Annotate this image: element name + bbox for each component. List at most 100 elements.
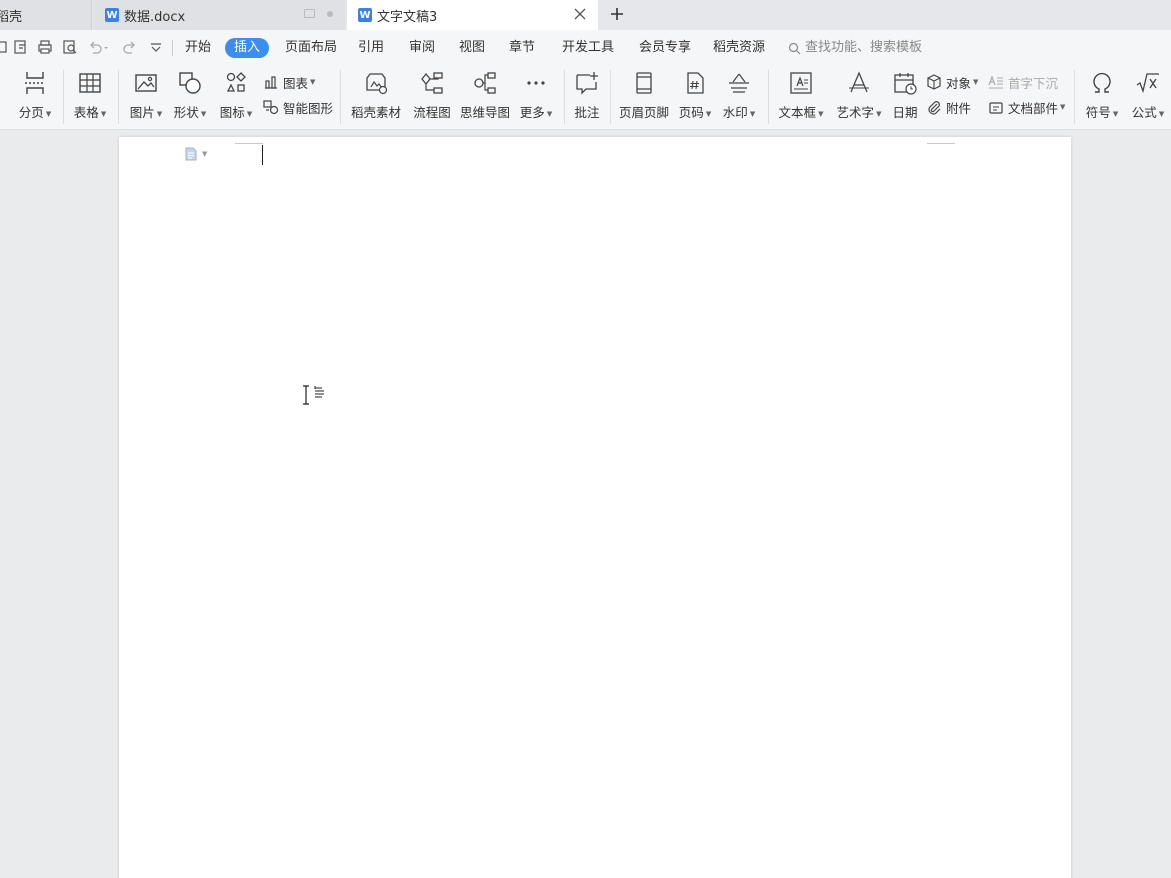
chart-label: 图表 xyxy=(283,75,309,91)
close-icon[interactable] xyxy=(572,7,588,23)
smart-art-label: 智能图形 xyxy=(283,100,334,116)
tab-document-3[interactable]: W 文字文稿3 xyxy=(347,0,598,30)
document-page[interactable]: ▼ xyxy=(119,137,1071,878)
wordart-button[interactable]: 艺术字 ▼ xyxy=(836,68,882,124)
text-cursor xyxy=(262,145,263,165)
menu-review[interactable]: 审阅 xyxy=(409,38,435,58)
tab-label: 文字文稿3 xyxy=(377,9,438,25)
unsaved-dot-icon xyxy=(327,10,333,17)
formula-icon xyxy=(1136,73,1159,94)
icons-label: 图标 xyxy=(219,105,245,120)
more-label: 更多 xyxy=(519,105,545,120)
menu-docer-resources[interactable]: 稻壳资源 xyxy=(713,38,765,58)
header-footer-label: 页眉页脚 xyxy=(618,105,669,120)
menu-references[interactable]: 引用 xyxy=(358,38,384,58)
symbol-button[interactable]: 符号 ▼ xyxy=(1084,68,1120,124)
comment-icon xyxy=(576,72,598,95)
divider xyxy=(340,70,341,124)
picture-button[interactable]: 图片 ▼ xyxy=(128,68,164,124)
paragraph-layout-icon[interactable]: ▼ xyxy=(184,147,207,161)
menu-home[interactable]: 开始 xyxy=(185,38,211,58)
insert-ribbon: 分页 ▼ 表格 ▼ 图片 ▼ 形状 ▼ 图标 ▼ 图表 ▼ 智能图形 稻壳素材 流程图 xyxy=(0,64,1171,130)
picture-label: 图片 xyxy=(129,105,155,120)
mouse-ibeam-cursor-icon xyxy=(303,385,324,405)
more-button[interactable]: 更多 ▼ xyxy=(518,68,554,124)
tab-status xyxy=(304,9,333,18)
formula-button[interactable]: 公式 ▼ xyxy=(1128,68,1168,124)
comment-button[interactable]: 批注 xyxy=(572,68,602,124)
icons-icon xyxy=(226,72,246,92)
date-label: 日期 xyxy=(892,105,918,120)
tab-bar: 稻壳 W 数据.docx W 文字文稿3 xyxy=(0,0,1171,30)
drop-cap-label: 首字下沉 xyxy=(1008,75,1059,91)
flowchart-label: 流程图 xyxy=(413,105,451,120)
customize-quick-access-icon[interactable] xyxy=(148,39,164,55)
divider xyxy=(63,70,64,124)
flowchart-button[interactable]: 流程图 xyxy=(412,68,452,124)
print-preview-icon[interactable] xyxy=(62,39,78,55)
formula-label: 公式 xyxy=(1131,105,1157,120)
omega-icon xyxy=(1093,72,1111,93)
wps-writer-icon: W xyxy=(358,8,372,22)
menu-view[interactable]: 视图 xyxy=(459,38,485,58)
divider xyxy=(118,70,119,124)
shape-button[interactable]: 形状 ▼ xyxy=(172,68,208,124)
divider xyxy=(768,70,769,124)
doc-parts-button[interactable]: 文档部件 ▼ xyxy=(988,97,1065,117)
shape-icon xyxy=(179,72,201,94)
print-icon[interactable] xyxy=(37,39,53,55)
wps-writer-icon: W xyxy=(105,8,119,22)
page-number-label: 页码 xyxy=(678,105,704,120)
menu-page-layout[interactable]: 页面布局 xyxy=(285,38,337,58)
watermark-button[interactable]: 水印 ▼ xyxy=(721,68,757,124)
doc-parts-icon xyxy=(989,102,1003,114)
attachment-button[interactable]: 附件 xyxy=(926,97,971,117)
chart-button[interactable]: 图表 ▼ xyxy=(263,72,315,92)
icons-button[interactable]: 图标 ▼ xyxy=(218,68,254,124)
header-footer-button[interactable]: 页眉页脚 xyxy=(618,68,670,124)
symbol-label: 符号 xyxy=(1085,105,1111,120)
menu-member[interactable]: 会员专享 xyxy=(639,38,691,58)
docer-material-button[interactable]: 稻壳素材 xyxy=(350,68,402,124)
smart-art-button[interactable]: 智能图形 xyxy=(263,97,333,117)
mindmap-icon xyxy=(474,72,496,94)
mindmap-button[interactable]: 思维导图 xyxy=(460,68,510,124)
divider xyxy=(610,70,611,124)
document-area[interactable]: ▼ xyxy=(0,131,1171,878)
page-number-button[interactable]: 页码 ▼ xyxy=(677,68,713,124)
date-button[interactable]: 日期 xyxy=(890,68,920,124)
watermark-icon xyxy=(729,73,749,93)
table-icon xyxy=(79,73,101,93)
redo-icon[interactable] xyxy=(122,39,138,55)
textbox-button[interactable]: 文本框 ▼ xyxy=(778,68,824,124)
object-button[interactable]: 对象 ▼ xyxy=(926,72,978,92)
export-pdf-icon[interactable] xyxy=(13,39,29,55)
menu-section[interactable]: 章节 xyxy=(509,38,535,58)
menu-developer[interactable]: 开发工具 xyxy=(562,38,614,58)
comment-label: 批注 xyxy=(574,105,600,120)
more-icon xyxy=(527,81,545,85)
divider xyxy=(172,40,173,56)
table-button[interactable]: 表格 ▼ xyxy=(72,68,108,124)
object-icon xyxy=(927,74,941,90)
shape-label: 形状 xyxy=(173,105,199,120)
folder-icon[interactable] xyxy=(0,39,8,55)
wordart-label: 艺术字 xyxy=(836,105,875,120)
tab-data-docx[interactable]: W 数据.docx xyxy=(93,0,345,30)
page-break-label: 分页 xyxy=(18,105,44,120)
header-footer-icon xyxy=(636,72,652,94)
textbox-icon xyxy=(790,72,812,94)
undo-icon[interactable] xyxy=(87,39,109,55)
new-tab-button[interactable] xyxy=(606,3,628,25)
page-number-icon xyxy=(687,72,704,94)
page-break-icon xyxy=(25,72,45,94)
menu-insert[interactable]: 插入 xyxy=(225,38,270,58)
flowchart-icon xyxy=(421,72,443,94)
feature-search[interactable]: 查找功能、搜索模板 xyxy=(788,38,922,58)
page-break-button[interactable]: 分页 ▼ xyxy=(17,68,53,124)
wordart-icon xyxy=(849,71,869,93)
drop-cap-button[interactable]: 首字下沉 xyxy=(988,72,1058,92)
picture-icon xyxy=(135,74,157,92)
watermark-label: 水印 xyxy=(722,105,748,120)
tab-docer[interactable]: 稻壳 xyxy=(0,0,92,30)
